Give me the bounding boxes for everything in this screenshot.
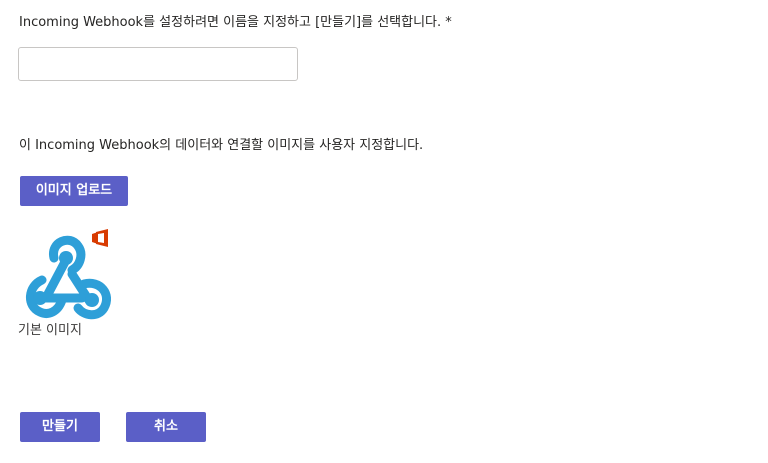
default-image-caption: 기본 이미지 [18,323,82,338]
webhook-node-top [59,251,73,265]
name-prompt-label: Incoming Webhook를 설정하려면 이름을 지정하고 [만들기]를 … [19,15,452,30]
webhook-icon [26,229,111,320]
webhook-name-input[interactable] [18,47,298,81]
webhook-node-left [33,291,47,305]
office-icon [92,229,108,247]
cancel-button[interactable]: 취소 [126,412,206,442]
upload-image-button[interactable]: 이미지 업로드 [20,176,128,206]
create-button[interactable]: 만들기 [20,412,100,442]
image-prompt-label: 이 Incoming Webhook의 데이터와 연결할 이미지를 사용자 지정… [19,138,424,153]
webhook-node-right [85,293,99,307]
